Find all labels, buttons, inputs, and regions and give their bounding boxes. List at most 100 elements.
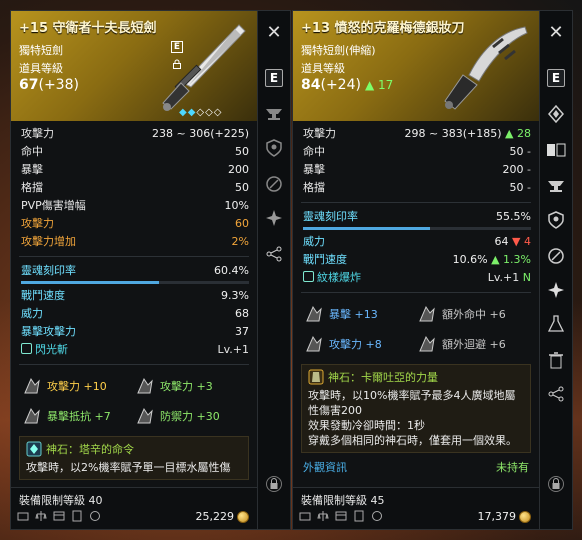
weapon-image-icon — [444, 26, 528, 110]
crystal-icon — [137, 407, 153, 424]
soul-progress-fill — [303, 227, 430, 230]
stat-value: 60 — [235, 217, 249, 230]
equip-button[interactable]: E — [263, 67, 285, 89]
transmute-label: 攻擊力 +10 — [47, 380, 107, 393]
soul-progress-fill — [21, 281, 159, 284]
god-stone-text: 攻擊時，以10%機率賦予最多4人廣域地屬 性傷害200 效果發動冷卻時間：1秒 … — [308, 388, 524, 448]
stat-label: 攻擊力 — [21, 127, 54, 140]
gold-coin-icon — [237, 510, 249, 523]
close-button[interactable]: ✕ — [263, 21, 285, 43]
stat-label: 戰鬥速度 — [21, 289, 65, 302]
enchant-button[interactable] — [263, 103, 285, 125]
item-level-diff: ▲ 17 — [364, 78, 394, 92]
stat-row: 格擋 50 - — [303, 179, 531, 197]
price-value: 25,229 — [195, 510, 235, 523]
stat-label: 命中 — [21, 145, 43, 158]
stat-value: 37 — [235, 325, 249, 338]
link-button[interactable] — [263, 173, 285, 195]
set-effect-name: 紋樣爆炸 — [317, 271, 361, 284]
share-button[interactable] — [263, 243, 285, 265]
set-effect-icon — [303, 271, 314, 282]
amplify-button[interactable] — [545, 279, 567, 301]
stat-value: 2% — [231, 235, 249, 248]
required-level: 裝備限制等級 45 — [301, 494, 385, 507]
soul-label: 靈魂刻印率 — [21, 264, 76, 277]
set-effect-icon — [21, 343, 32, 354]
stat-label: 暴擊 — [303, 163, 325, 176]
delete-button[interactable] — [545, 349, 567, 371]
compare-button[interactable] — [545, 139, 567, 161]
amplify-button[interactable] — [263, 207, 285, 229]
socket-button[interactable] — [545, 209, 567, 231]
transmute-label: 暴擊抵抗 +7 — [47, 410, 111, 423]
stat-label: PVP傷害增幅 — [21, 199, 86, 212]
set-effect-row: 紋樣爆炸 Lv.+1 N — [303, 269, 531, 287]
crystal-icon — [306, 335, 322, 352]
set-effect-level: Lv.+1 — [217, 343, 250, 356]
god-stone-line: 效果發動冷卻時間：1秒 — [308, 419, 425, 432]
transmute-label: 暴擊 +13 — [329, 308, 378, 321]
anvil-icon — [548, 181, 564, 192]
link-button[interactable] — [545, 245, 567, 267]
stat-row: 戰鬥速度 10.6% ▲ 1.3% — [303, 251, 531, 269]
set-effect-row: 閃光斬 Lv.+1 — [21, 341, 249, 359]
flask-icon — [548, 315, 564, 332]
stat-value: 50 — [509, 145, 524, 158]
stat-row: 命中 50 - — [303, 143, 531, 161]
restriction-icons — [299, 510, 383, 522]
tooltip-footer: 裝備限制等級 45 17,379 — [293, 487, 539, 529]
share-button[interactable] — [545, 383, 567, 405]
god-stone-line: 性傷害200 — [308, 404, 362, 417]
stat-row: 暴擊 200 - — [303, 161, 531, 179]
soul-imprint: 靈魂刻印率 55.5% 威力 64 ▼ 4 戰鬥速度 10.6% ▲ 1.3% 紋樣爆… — [293, 208, 539, 287]
stat-label: 威力 — [21, 307, 43, 320]
equip-button[interactable]: E — [545, 67, 567, 89]
stat-label: 格擋 — [303, 181, 325, 194]
weapon-image-icon — [162, 24, 246, 111]
transmute-slot: 暴擊抵抗 +7 — [21, 404, 134, 428]
shield-icon — [548, 211, 564, 229]
scale-icon — [35, 510, 47, 522]
lock-button[interactable] — [263, 473, 285, 495]
stat-value: 10% — [224, 199, 249, 212]
sell-price: 17,379 — [478, 510, 531, 523]
stat-value: 50 — [509, 181, 524, 194]
transmute-grid: 暴擊 +13 額外命中 +6 攻擊力 +8 額外迴避 +6 — [293, 298, 539, 360]
stat-row: 命中 50 — [21, 143, 249, 161]
item-level-value: 67 — [19, 77, 39, 93]
transmute-slot: 額外命中 +6 — [416, 302, 529, 326]
stat-diff: ▲ 1.3% — [491, 253, 531, 266]
crystal-icon — [137, 377, 153, 394]
gold-coin-icon — [519, 510, 531, 523]
soul-progress-bar — [21, 281, 249, 284]
crystal-icon — [419, 305, 435, 322]
item-tooltip-left: +15 守衛者十夫長短劍 獨特短劍 道具等級 67(+38) E ◆◆◇◇◇ 攻… — [10, 10, 291, 530]
upgrade-button[interactable] — [545, 103, 567, 125]
god-stone-title: 神石：卡爾吐亞的力量 — [328, 371, 438, 384]
stat-value: 10.6% — [452, 253, 488, 266]
base-stats: 攻擊力 238 ~ 306(+225) 命中 50 暴擊 200 格擋 50 PVP傷害… — [11, 121, 257, 251]
stat-row: 威力 64 ▼ 4 — [303, 233, 531, 251]
stat-value: 50 — [235, 181, 249, 194]
socket-button[interactable] — [263, 137, 285, 159]
stat-value: 200 — [502, 163, 524, 176]
item-level-bonus: (+38) — [38, 77, 79, 93]
stat-row: 攻擊力 238 ~ 306(+225) — [21, 125, 249, 143]
soul-progress-bar — [303, 227, 531, 230]
divider — [301, 292, 531, 293]
god-stone-icon — [26, 441, 42, 457]
soul-imprint: 靈魂刻印率 60.4% 戰鬥速度 9.3% 威力 68 暴擊攻擊力 37 閃光斬 Lv.… — [11, 262, 257, 359]
close-button[interactable]: ✕ — [545, 21, 567, 43]
transmute-grid: 攻擊力 +10 攻擊力 +3 暴擊抵抗 +7 防禦力 +30 — [11, 370, 257, 432]
lock-button[interactable] — [545, 473, 567, 495]
stat-row: 戰鬥速度 9.3% — [21, 287, 249, 305]
enchant-button[interactable] — [545, 175, 567, 197]
side-toolbar: ✕ E — [539, 11, 572, 529]
flask-button[interactable] — [545, 313, 567, 335]
soul-value: 60.4% — [214, 264, 249, 277]
transmute-label: 額外迴避 +6 — [442, 338, 506, 351]
gem-icon: ◆◆ — [179, 107, 197, 118]
gem-sockets: ◆◆◇◇◇ — [179, 107, 223, 118]
stat-label: 暴擊攻擊力 — [21, 325, 76, 338]
stat-diff: ▲ 28 — [505, 127, 531, 140]
